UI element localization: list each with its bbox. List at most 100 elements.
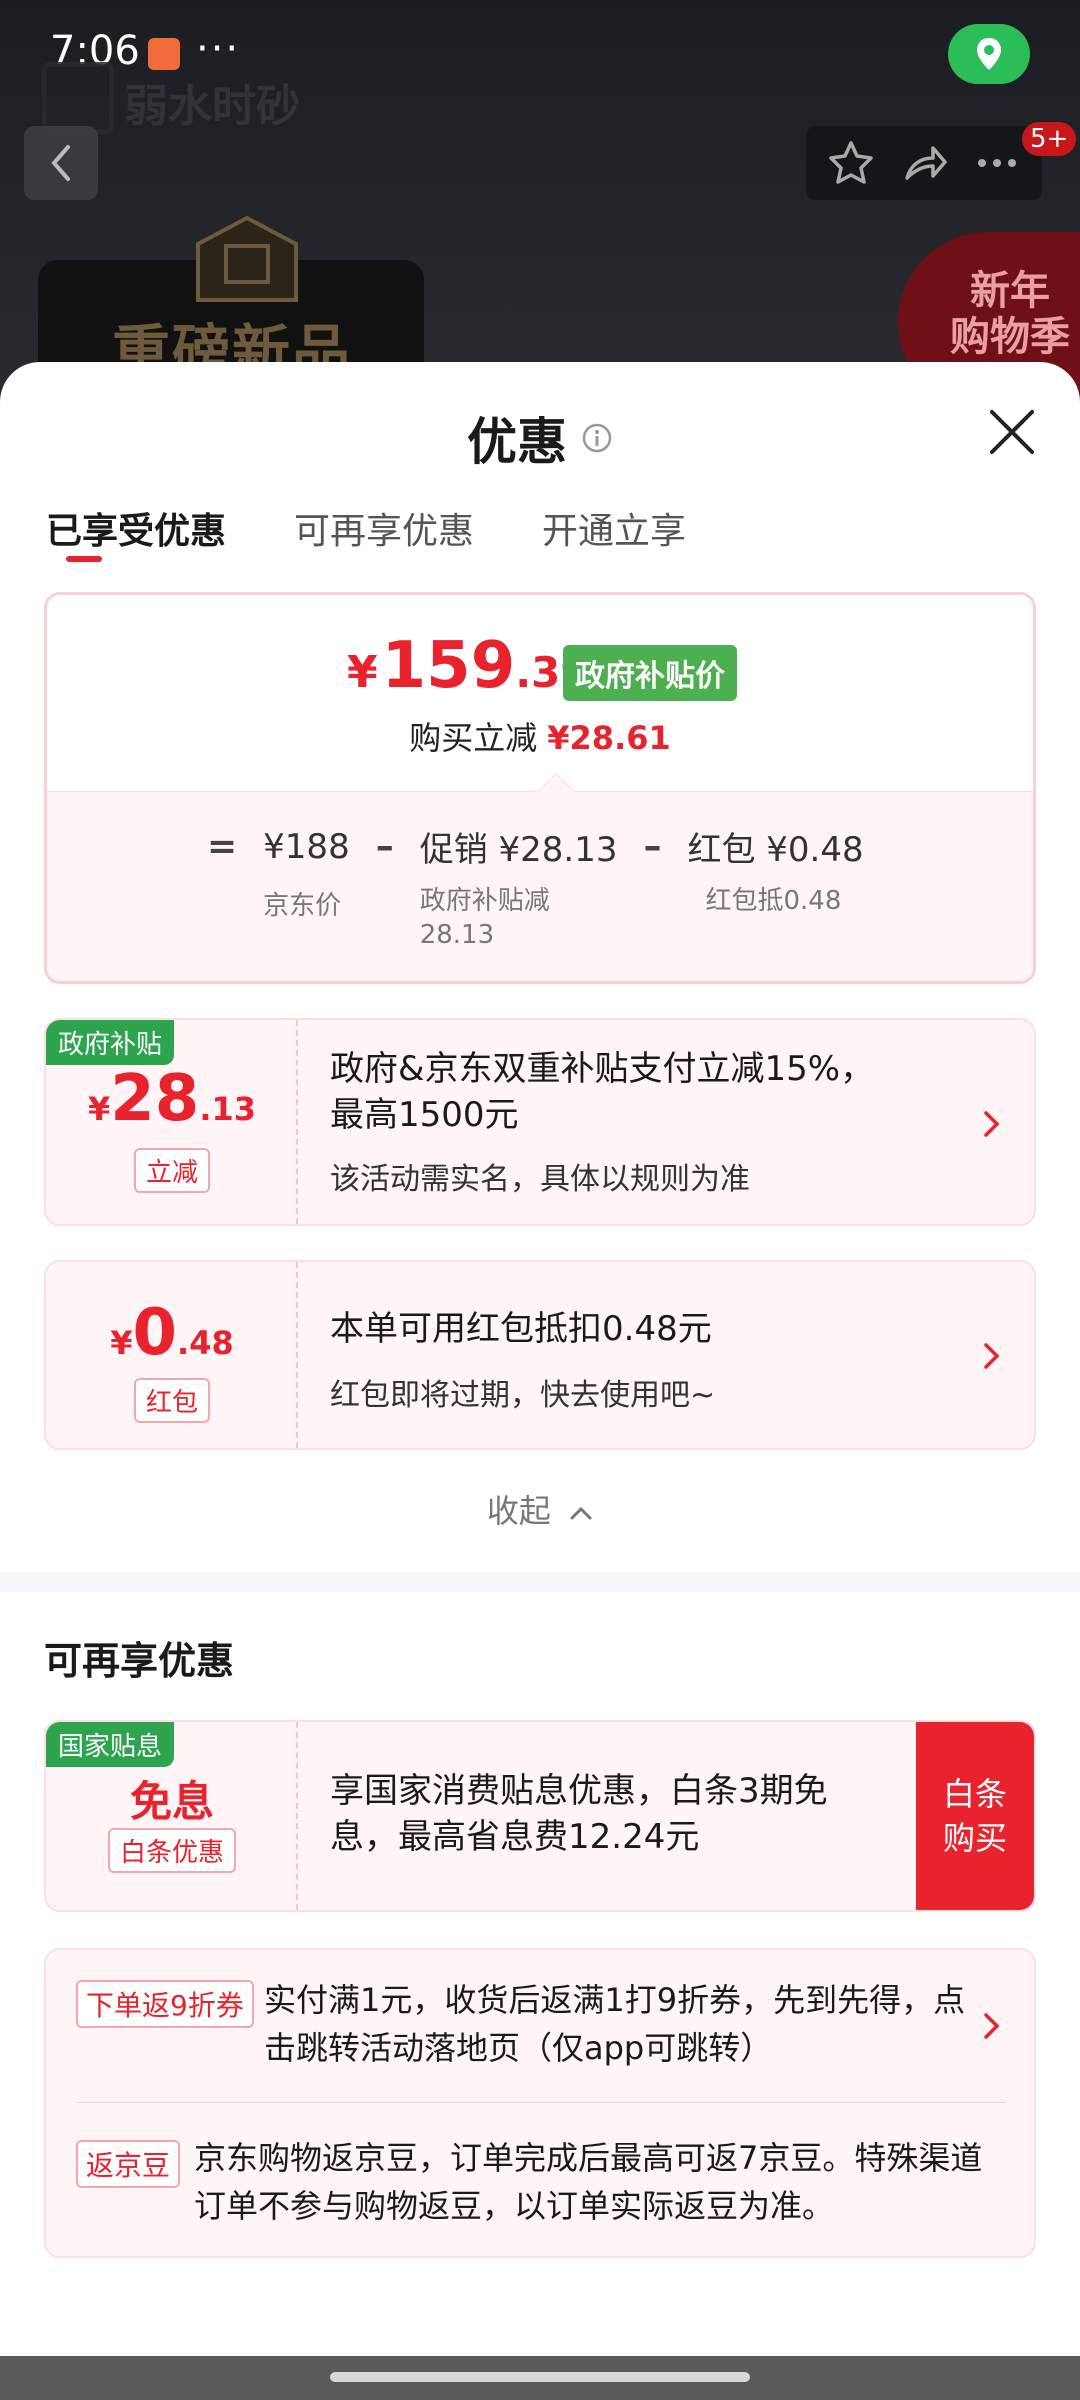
brand-logo-icon (42, 62, 114, 134)
season-badge-text: 新年 购物季 (950, 268, 1070, 360)
background-page: 7:06 ··· 弱水时砂 5+ 重磅新品 新年 购物季 (0, 0, 1080, 420)
coupon-amount: ¥28.13 (46, 1062, 298, 1136)
coupon-amount: ¥0.48 (46, 1296, 298, 1370)
promo-label-line2: 28.13 (419, 920, 495, 950)
notification-badge: 5+ (1022, 122, 1077, 156)
baitiao-buy-button[interactable]: 白条 购买 (916, 1722, 1034, 1910)
benefit-text[interactable]: 实付满1元，收货后返满1打9折券，先到先得，点 击跳转活动落地页（仅app可跳转… (264, 1976, 965, 2072)
back-button[interactable] (24, 126, 98, 200)
collapse-button[interactable]: 收起 (0, 1486, 1080, 1532)
equals-sign: = (207, 826, 238, 867)
share-icon[interactable] (899, 138, 949, 188)
baitiao-button-line1: 白条 (942, 1775, 1007, 1813)
section-divider (0, 1572, 1080, 1592)
more-benefits: 下单返9折券 实付满1元，收货后返满1打9折券，先到先得，点 击跳转活动落地页（… (44, 1948, 1036, 2258)
base-price: ¥188 (263, 826, 350, 867)
coupon-text: 本单可用红包抵扣0.48元 (330, 1309, 712, 1349)
final-price: ¥ 159 .39 (347, 629, 590, 703)
status-more-dots: ··· (196, 26, 241, 72)
coupon-integer: 0 (132, 1296, 178, 1370)
coupon-label: 白条优惠 (46, 1828, 298, 1873)
benefit-text-line2: 击跳转活动落地页（仅app可跳转） (264, 2029, 773, 2067)
hongbao-price: 红包 ¥0.48 (687, 830, 864, 870)
section-title: 可再享优惠 (44, 1639, 235, 1683)
home-indicator[interactable] (330, 2372, 750, 2382)
calc-base: ¥188 京东价 (263, 826, 350, 921)
chevron-right-icon[interactable] (980, 2012, 1004, 2040)
coupon-text-line2: 息，最高省息费12.24元 (330, 1817, 700, 1857)
coupon-headline: 免息 (129, 1777, 214, 1826)
coupon-text-line1: 政府&京东双重补贴支付立减15%， (330, 1049, 875, 1089)
coupon-gov-subsidy[interactable]: 政府补贴 ¥28.13 立减 政府&京东双重补贴支付立减15%， 最高1500元… (44, 1018, 1036, 1226)
price-top: ¥ 159 .39 政府补贴价 购买立减 ¥28.61 (47, 595, 1033, 791)
tabs: 已享受优惠 可再享优惠 开通立享 (46, 502, 686, 554)
chevron-up-icon (570, 1506, 592, 1520)
base-label: 京东价 (263, 890, 342, 921)
minus-sign: – (375, 826, 394, 867)
promo-price: 促销 ¥28.13 (419, 830, 618, 870)
top-action-bar (806, 126, 1042, 200)
coupon-label-text: 红包 (133, 1378, 210, 1423)
gov-subsidy-tag: 政府补贴价 (563, 645, 737, 701)
chevron-right-icon (984, 1343, 1000, 1369)
brand-name: 弱水时砂 (124, 81, 300, 132)
season-line-2: 购物季 (950, 314, 1070, 360)
coupon-red-packet[interactable]: ¥0.48 红包 本单可用红包抵扣0.48元 红包即将过期，快去使用吧~ (44, 1260, 1036, 1450)
benefit-text-line1: 实付满1元，收货后返满1打9折券，先到先得，点 (264, 1981, 966, 2019)
tab-underline (66, 556, 102, 562)
coupon-sub: 该活动需实名，具体以规则为准 (330, 1162, 750, 1197)
coupon-decimal: .13 (199, 1090, 256, 1128)
benefit-text-line2: 订单不参与购物返豆，以订单实际返豆为准。 (194, 2187, 835, 2225)
benefit-tag: 返京豆 (76, 2140, 181, 2188)
collapse-label: 收起 (486, 1492, 551, 1530)
price-summary: ¥ 159 .39 政府补贴价 购买立减 ¥28.61 = ¥188 京东价 – … (44, 592, 1036, 984)
hongbao-label: 红包抵0.48 (705, 886, 842, 916)
star-icon[interactable] (826, 138, 876, 188)
tab-more-available[interactable]: 可再享优惠 (294, 502, 474, 554)
coupon-label: 立减 (46, 1148, 298, 1193)
chevron-right-icon (984, 1111, 1000, 1137)
coupon-text-line1: 享国家消费贴息优惠，白条3期免 (330, 1771, 828, 1811)
coupon-tag: 国家贴息 (46, 1722, 175, 1767)
price-breakdown: = ¥188 京东价 – 促销 ¥28.13 政府补贴减 28.13 – 红包 ¥… (47, 791, 1033, 981)
more-icon[interactable] (972, 138, 1022, 188)
sheet-title: 优惠 (0, 402, 1080, 474)
coupon-integer: 28 (110, 1062, 200, 1136)
benefit-text-line1: 京东购物返京豆，订单完成后最高可返7京豆。特殊渠道 (194, 2139, 983, 2177)
coupon-yen: ¥ (110, 1324, 133, 1362)
benefit-tag: 下单返9折券 (76, 1980, 254, 2028)
app-notification-icon (148, 38, 180, 70)
season-line-1: 新年 (970, 268, 1050, 314)
coupon-label: 红包 (46, 1378, 298, 1423)
calc-hongbao: 红包 ¥0.48 红包抵0.48 (687, 822, 864, 916)
coupon-interest-free[interactable]: 国家贴息 免息 白条优惠 享国家消费贴息优惠，白条3期免 息，最高省息费12.2… (44, 1720, 1036, 1912)
coupon-left: ¥0.48 红包 (46, 1262, 298, 1448)
chevron-left-icon (51, 145, 70, 181)
coupon-yen: ¥ (87, 1090, 111, 1128)
coupon-label-text: 白条优惠 (107, 1828, 236, 1873)
discount-amount: ¥28.61 (547, 719, 671, 757)
info-icon[interactable] (581, 422, 613, 454)
coupon-left: 政府补贴 ¥28.13 立减 (46, 1020, 298, 1224)
close-icon[interactable] (984, 404, 1040, 460)
coupon-left: 国家贴息 免息 白条优惠 (46, 1722, 298, 1910)
price-integer: 159 (381, 629, 516, 703)
benefit-text: 京东购物返京豆，订单完成后最高可返7京豆。特殊渠道 订单不参与购物返豆，以订单实… (194, 2134, 982, 2230)
tab-activate[interactable]: 开通立享 (542, 502, 686, 554)
coupon-text: 政府&京东双重补贴支付立减15%， 最高1500元 (330, 1046, 874, 1138)
discount-sheet: 优惠 已享受优惠 可再享优惠 开通立享 ¥ 159 .39 政府补贴价 购买立减… (0, 362, 1080, 2400)
emblem-icon (196, 216, 298, 302)
price-yen: ¥ (347, 647, 378, 698)
discount-label: 购买立减 (409, 719, 538, 757)
coupon-decimal: .48 (177, 1324, 234, 1362)
tab-enjoyed[interactable]: 已享受优惠 (46, 502, 226, 554)
minus-sign: – (643, 826, 662, 867)
coupon-label-text: 立减 (133, 1148, 210, 1193)
coupon-text: 享国家消费贴息优惠，白条3期免 息，最高省息费12.24元 (330, 1768, 828, 1860)
coupon-tag: 政府补贴 (46, 1020, 175, 1065)
sheet-title-text: 优惠 (467, 413, 567, 471)
calc-promo: 促销 ¥28.13 政府补贴减 28.13 (419, 822, 618, 950)
coupon-sub: 红包即将过期，快去使用吧~ (330, 1378, 716, 1413)
promo-label-line1: 政府补贴减 (419, 886, 550, 916)
price-calculation: = ¥188 京东价 – 促销 ¥28.13 政府补贴减 28.13 – 红包 ¥… (207, 822, 864, 950)
